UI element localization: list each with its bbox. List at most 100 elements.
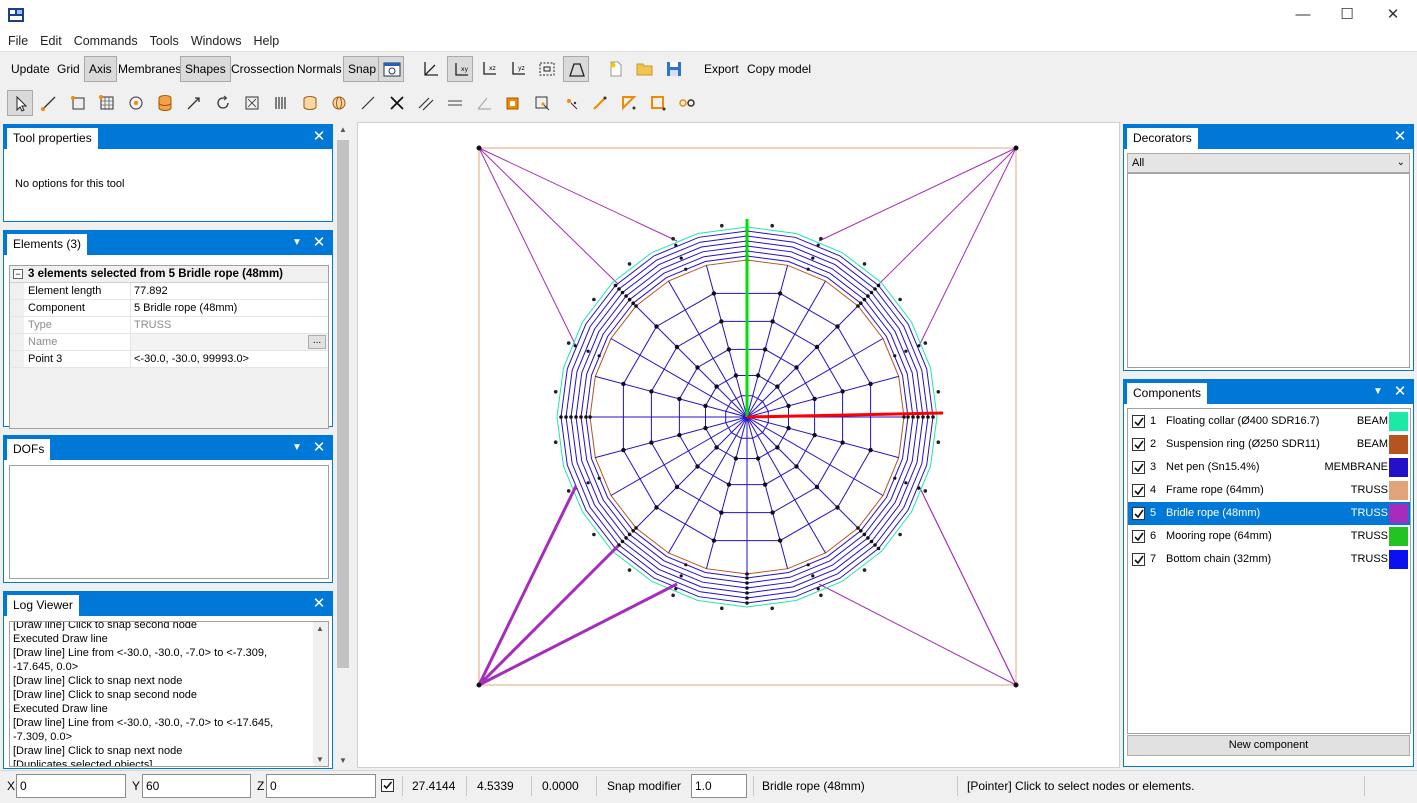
color-swatch[interactable] — [1389, 550, 1408, 569]
wall-node[interactable] — [564, 415, 568, 419]
net-node[interactable] — [711, 291, 717, 296]
collar-node[interactable] — [936, 390, 941, 394]
wall-node[interactable] — [866, 294, 870, 298]
net-node[interactable] — [714, 445, 719, 450]
wall-node[interactable] — [893, 476, 897, 480]
wall-node[interactable] — [862, 532, 867, 537]
view-xy-icon[interactable]: xy — [447, 56, 473, 82]
net-node[interactable] — [794, 464, 799, 469]
dofs-tab[interactable]: DOFs — [7, 439, 51, 460]
view-yz-icon[interactable]: yz — [505, 56, 531, 82]
wall-node[interactable] — [586, 481, 590, 485]
color-swatch[interactable] — [1389, 527, 1408, 546]
screenshot-view-icon[interactable] — [378, 56, 404, 82]
wall-node[interactable] — [627, 297, 632, 302]
property-value[interactable]: <-30.0, -30.0, 99993.0> — [130, 351, 328, 367]
wall-node[interactable] — [634, 526, 638, 530]
bridle-rope[interactable] — [918, 485, 1017, 686]
net-node[interactable] — [726, 347, 732, 352]
wall-node[interactable] — [873, 287, 877, 291]
log-text-area[interactable]: [Draw line] Click to snap second node Ex… — [9, 621, 329, 767]
chevron-down-icon[interactable]: ▼ — [1369, 382, 1387, 402]
checkbox[interactable] — [1132, 438, 1145, 451]
lock-coordinates-checkbox[interactable] — [381, 779, 394, 792]
net-node[interactable] — [677, 396, 682, 402]
wall-node[interactable] — [569, 415, 573, 419]
chevron-down-icon[interactable]: ▼ — [288, 233, 306, 253]
net-node[interactable] — [674, 344, 680, 350]
wall-node[interactable] — [873, 543, 877, 547]
wall-node[interactable] — [597, 354, 601, 358]
collar-node[interactable] — [671, 236, 675, 241]
snap-modifier-input[interactable]: 1.0 — [691, 774, 747, 798]
net-node[interactable] — [695, 365, 700, 370]
collar-node[interactable] — [720, 223, 724, 228]
wall-node[interactable] — [597, 476, 601, 480]
checkbox[interactable] — [1132, 530, 1145, 543]
wall-node[interactable] — [811, 574, 815, 578]
z-coordinate-input[interactable]: 0 — [266, 774, 376, 798]
collar-node[interactable] — [862, 262, 867, 266]
model-canvas[interactable] — [358, 123, 1121, 769]
wall-node[interactable] — [679, 574, 683, 578]
net-node[interactable] — [711, 538, 717, 543]
menu-edit[interactable]: Edit — [36, 30, 66, 52]
property-row[interactable]: Component 5 Bridle rope (48mm) — [10, 300, 328, 317]
wall-node[interactable] — [624, 536, 628, 540]
close-button[interactable]: ✕ — [1370, 0, 1416, 30]
net-node[interactable] — [649, 389, 654, 394]
collar-node[interactable] — [862, 568, 867, 572]
collar-node[interactable] — [819, 593, 823, 598]
net-node[interactable] — [786, 403, 791, 409]
net-node[interactable] — [770, 510, 775, 515]
color-swatch[interactable] — [1389, 504, 1408, 523]
wall-node[interactable] — [926, 415, 930, 419]
minimize-button[interactable]: — — [1280, 0, 1326, 30]
bridle-rope[interactable] — [918, 147, 1017, 347]
wall-node[interactable] — [902, 415, 906, 419]
net-node[interactable] — [840, 389, 845, 394]
bridle-rope[interactable] — [478, 147, 577, 347]
wall-node[interactable] — [856, 526, 860, 530]
list-item[interactable]: 6 Mooring rope (64mm) TRUSS — [1128, 525, 1410, 548]
wall-node[interactable] — [679, 256, 683, 260]
wall-node[interactable] — [816, 587, 820, 591]
checkbox[interactable] — [1132, 415, 1145, 428]
crossection-button[interactable]: Crossection — [227, 56, 298, 82]
wall-node[interactable] — [916, 415, 920, 419]
collar-node[interactable] — [627, 568, 632, 572]
membranes-button[interactable]: Membranes — [114, 56, 185, 82]
chevron-down-icon[interactable]: ▼ — [288, 438, 306, 458]
color-swatch[interactable] — [1389, 435, 1408, 454]
net-node[interactable] — [814, 484, 820, 490]
net-node[interactable] — [775, 384, 780, 389]
scale-tool-icon[interactable] — [239, 90, 265, 116]
wall-node[interactable] — [674, 587, 678, 591]
property-group-header[interactable]: − 3 elements selected from 5 Bridle rope… — [10, 266, 328, 283]
sphere-tool-icon[interactable] — [326, 90, 352, 116]
view-xz-icon[interactable]: xz — [476, 56, 502, 82]
elements-tab[interactable]: Elements (3) — [7, 234, 88, 255]
net-node[interactable] — [726, 482, 732, 487]
revolve-tool-icon[interactable] — [297, 90, 323, 116]
wall-node[interactable] — [624, 294, 628, 298]
wall-node[interactable] — [559, 415, 563, 419]
collar-node[interactable] — [671, 593, 675, 598]
select-crossing-icon[interactable] — [529, 90, 555, 116]
wall-node[interactable] — [876, 546, 881, 551]
wall-node[interactable] — [634, 304, 638, 308]
collar-node[interactable] — [923, 489, 928, 493]
net-radial[interactable] — [635, 305, 748, 418]
wall-node[interactable] — [586, 349, 590, 353]
new-component-button[interactable]: New component — [1127, 735, 1410, 756]
collar-node[interactable] — [592, 297, 596, 302]
copy-model-button[interactable]: Copy model — [743, 56, 815, 82]
wall-node[interactable] — [869, 539, 874, 544]
wall-node[interactable] — [617, 287, 621, 291]
wall-node[interactable] — [893, 354, 897, 358]
chevron-up-icon[interactable]: ▲ — [339, 125, 347, 134]
wall-node[interactable] — [745, 576, 749, 580]
collar-node[interactable] — [923, 341, 928, 345]
wall-node[interactable] — [745, 586, 749, 590]
net-node[interactable] — [762, 347, 768, 352]
